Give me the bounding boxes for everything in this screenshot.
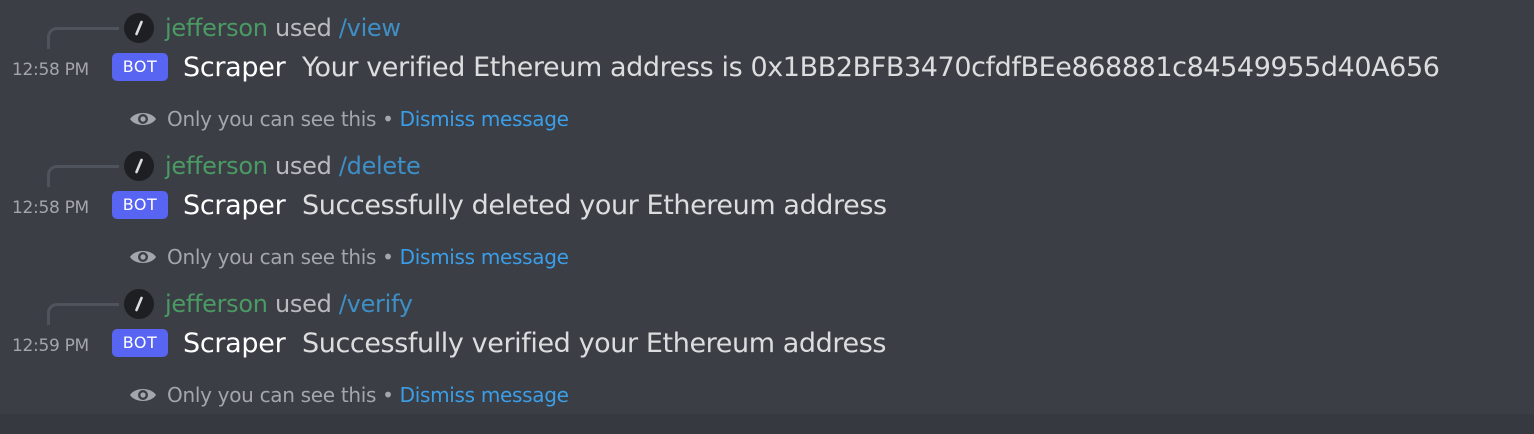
command-name[interactable]: /delete xyxy=(339,152,421,180)
bot-tag: BOT xyxy=(112,191,168,219)
separator-bullet: • xyxy=(382,107,394,131)
reply-spine xyxy=(47,27,119,49)
dismiss-message-link[interactable]: Dismiss message xyxy=(400,383,569,407)
slash-command-icon xyxy=(124,151,154,181)
separator-bullet: • xyxy=(382,245,394,269)
bot-username[interactable]: Scraper xyxy=(183,50,286,86)
command-line: jefferson used /view xyxy=(165,12,401,44)
bot-username[interactable]: Scraper xyxy=(183,188,286,224)
message-content: Successfully deleted your Ethereum addre… xyxy=(302,190,887,221)
dismiss-message-link[interactable]: Dismiss message xyxy=(400,107,569,131)
eye-icon xyxy=(128,247,158,267)
message-content: Successfully verified your Ethereum addr… xyxy=(302,328,887,359)
used-label: used xyxy=(275,14,332,42)
command-name[interactable]: /view xyxy=(339,14,401,42)
used-label: used xyxy=(275,152,332,180)
only-you-label: Only you can see this xyxy=(167,107,377,131)
command-line: jefferson used /verify xyxy=(165,288,413,320)
reply-spine xyxy=(47,165,119,187)
ephemeral-message: jefferson used /view 12:58 PM BOT Scrape… xyxy=(0,0,1534,138)
only-you-label: Only you can see this xyxy=(167,383,377,407)
bot-tag: BOT xyxy=(112,53,168,81)
used-label: used xyxy=(275,290,332,318)
timestamp: 12:58 PM xyxy=(12,198,89,218)
command-user[interactable]: jefferson xyxy=(165,14,268,42)
timestamp: 12:59 PM xyxy=(12,336,89,356)
eye-icon xyxy=(128,385,158,405)
command-name[interactable]: /verify xyxy=(339,290,413,318)
ephemeral-notice: Only you can see this • Dismiss message xyxy=(128,243,569,271)
ephemeral-message: jefferson used /delete 12:58 PM BOT Scra… xyxy=(0,138,1534,276)
command-user[interactable]: jefferson xyxy=(165,290,268,318)
bot-username[interactable]: Scraper xyxy=(183,326,286,362)
command-user[interactable]: jefferson xyxy=(165,152,268,180)
message-list: jefferson used /view 12:58 PM BOT Scrape… xyxy=(0,0,1534,434)
eye-icon xyxy=(128,109,158,129)
bot-tag: BOT xyxy=(112,329,168,357)
message-content: Your verified Ethereum address is 0x1BB2… xyxy=(302,52,1440,83)
timestamp: 12:58 PM xyxy=(12,60,89,80)
slash-command-icon xyxy=(124,289,154,319)
separator-bullet: • xyxy=(382,383,394,407)
ephemeral-notice: Only you can see this • Dismiss message xyxy=(128,105,569,133)
reply-spine xyxy=(47,303,119,325)
ephemeral-notice: Only you can see this • Dismiss message xyxy=(128,381,569,409)
only-you-label: Only you can see this xyxy=(167,245,377,269)
slash-command-icon xyxy=(124,13,154,43)
dismiss-message-link[interactable]: Dismiss message xyxy=(400,245,569,269)
command-line: jefferson used /delete xyxy=(165,150,421,182)
ephemeral-message: jefferson used /verify 12:59 PM BOT Scra… xyxy=(0,276,1534,414)
